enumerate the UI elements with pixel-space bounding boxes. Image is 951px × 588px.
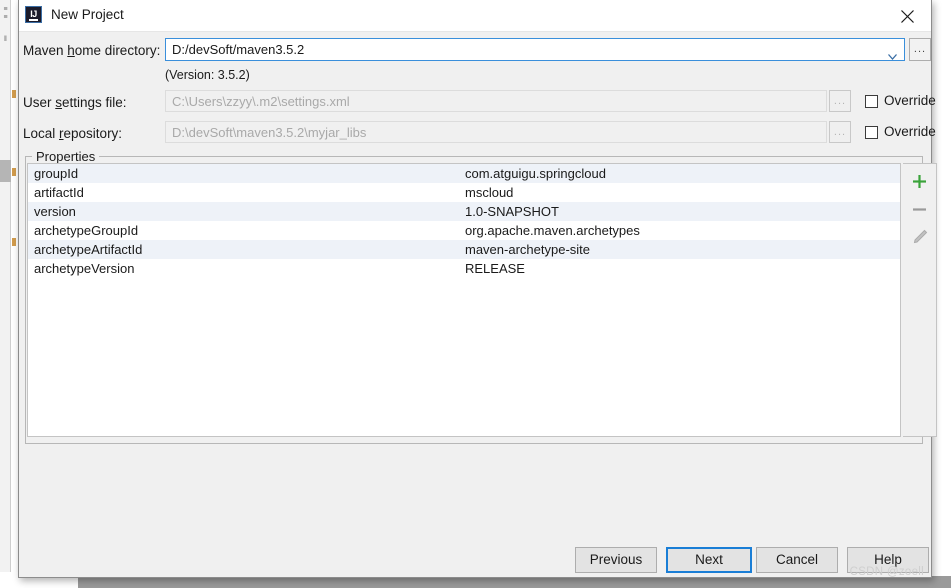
ide-marker [12, 238, 16, 246]
watermark: CSDN @zoell [849, 566, 924, 578]
local-repository-browse-button[interactable]: ... [829, 121, 851, 143]
screenshot-root: ≡ ≡ ‖ IJ New Project Maven home director… [0, 0, 951, 588]
ide-tool-strip [0, 0, 11, 588]
next-button[interactable]: Next [666, 547, 752, 573]
property-key: archetypeVersion [34, 261, 135, 276]
maven-home-browse-button[interactable]: ... [909, 38, 931, 61]
property-value: mscloud [465, 185, 514, 200]
properties-group-title: Properties [32, 149, 100, 164]
ide-glyph-icon: ‖ [4, 36, 7, 43]
user-settings-browse-button[interactable]: ... [829, 90, 851, 112]
previous-button[interactable]: Previous [575, 547, 657, 573]
local-repository-value: D:\devSoft\maven3.5.2\myjar_libs [172, 125, 367, 140]
maven-home-combo[interactable]: D:/devSoft/maven3.5.2 [165, 38, 905, 61]
property-value: com.atguigu.springcloud [465, 166, 606, 181]
local-repository-field[interactable]: D:\devSoft\maven3.5.2\myjar_libs [165, 121, 827, 143]
checkbox-box [865, 95, 878, 108]
properties-table[interactable]: groupId com.atguigu.springcloud artifactId… [27, 163, 901, 437]
new-project-dialog: IJ New Project Maven home directory: D:/… [18, 0, 937, 578]
table-row[interactable]: archetypeVersion RELEASE [28, 259, 900, 278]
property-key: archetypeGroupId [34, 223, 139, 238]
property-key: version [34, 204, 76, 219]
property-value: org.apache.maven.archetypes [465, 223, 640, 238]
maven-home-label: Maven home directory: [23, 43, 161, 58]
property-key: artifactId [34, 185, 84, 200]
ide-glyph-icon: ≡ [3, 14, 8, 21]
properties-toolbar [903, 163, 937, 437]
property-key: archetypeArtifactId [34, 242, 143, 257]
ide-marker [12, 168, 16, 176]
maven-version-note: (Version: 3.5.2) [165, 68, 250, 82]
table-row[interactable]: version 1.0-SNAPSHOT [28, 202, 900, 221]
ide-glyph-icon: ≡ [3, 6, 8, 13]
user-settings-label: User settings file: [23, 95, 127, 110]
intellij-idea-icon: IJ [25, 6, 42, 23]
user-settings-field[interactable]: C:\Users\zzyy\.m2\settings.xml [165, 90, 827, 112]
checkbox-label: Override [884, 124, 936, 139]
table-row[interactable]: artifactId mscloud [28, 183, 900, 202]
local-repository-label: Local repository: [23, 126, 123, 141]
dialog-title: New Project [51, 7, 124, 22]
table-row[interactable]: groupId com.atguigu.springcloud [28, 164, 900, 183]
ide-selected-tab [0, 160, 11, 182]
property-key: groupId [34, 166, 79, 181]
property-value: RELEASE [465, 261, 525, 276]
table-row[interactable]: archetypeGroupId org.apache.maven.archety… [28, 221, 900, 240]
dialog-titlebar: IJ New Project [19, 0, 931, 32]
ide-marker [12, 90, 16, 98]
property-value: 1.0-SNAPSHOT [465, 204, 559, 219]
plus-icon[interactable] [903, 168, 936, 194]
maven-home-value: D:/devSoft/maven3.5.2 [172, 42, 305, 57]
pencil-icon[interactable] [903, 224, 936, 250]
property-value: maven-archetype-site [465, 242, 590, 257]
user-settings-value: C:\Users\zzyy\.m2\settings.xml [172, 94, 350, 109]
checkbox-box [865, 126, 878, 139]
table-row[interactable]: archetypeArtifactId maven-archetype-site [28, 240, 900, 259]
checkbox-label: Override [884, 93, 936, 108]
cancel-button[interactable]: Cancel [756, 547, 838, 573]
minus-icon[interactable] [903, 196, 936, 222]
close-icon[interactable] [885, 0, 931, 30]
chevron-down-icon[interactable] [888, 47, 897, 65]
